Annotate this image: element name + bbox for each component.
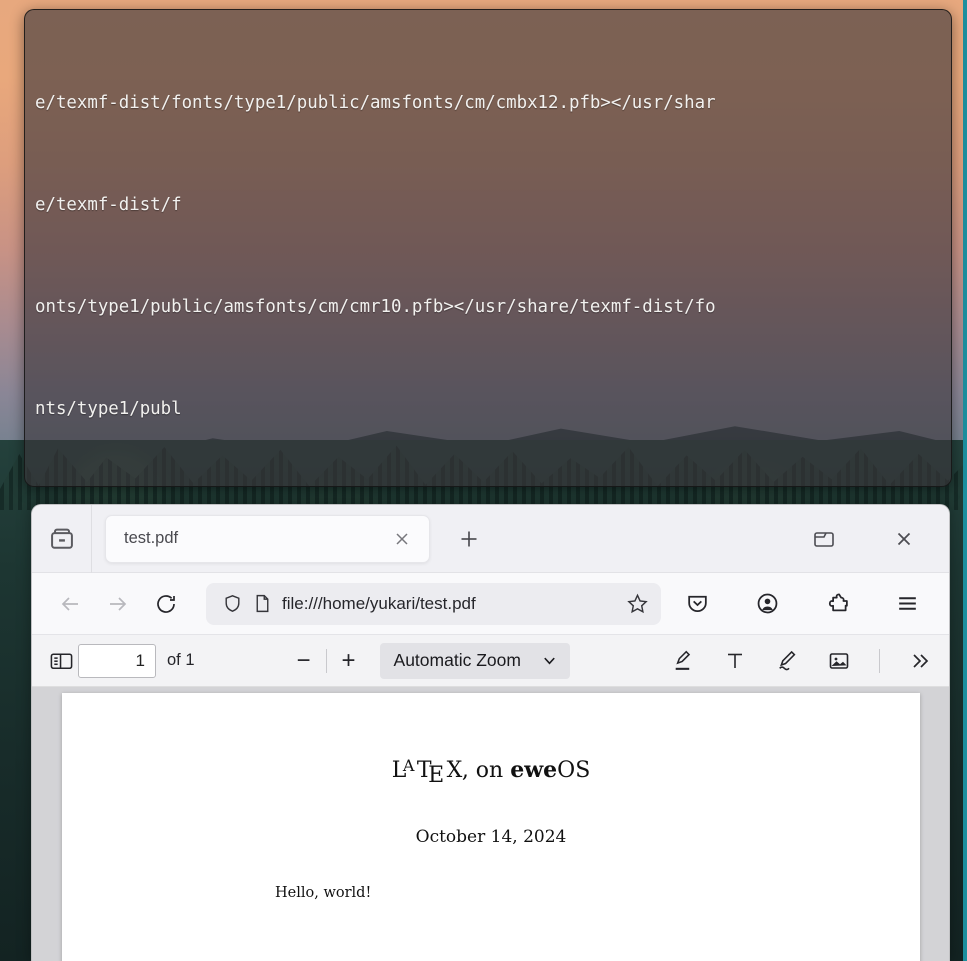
toolbar-right-buttons bbox=[673, 584, 935, 624]
firefox-window[interactable]: test.pdf file:///home/yukari/test.pdf 1 … bbox=[31, 504, 950, 961]
pdf-highlight-button[interactable] bbox=[666, 644, 700, 678]
tab-strip: test.pdf bbox=[32, 505, 949, 573]
pdf-add-text-button[interactable] bbox=[718, 644, 752, 678]
hamburger-menu-icon bbox=[898, 597, 916, 610]
pocket-button[interactable] bbox=[673, 584, 721, 624]
pdf-toolbar: 1 of 1 − + Automatic Zoom bbox=[32, 635, 949, 687]
pdf-annotation-tools bbox=[666, 644, 937, 678]
firefox-view-icon bbox=[50, 528, 73, 549]
reload-button[interactable] bbox=[142, 584, 190, 624]
account-icon bbox=[757, 593, 777, 614]
draw-icon bbox=[778, 650, 795, 671]
url-text[interactable]: file:///home/yukari/test.pdf bbox=[282, 594, 616, 614]
toolbar-separator bbox=[879, 648, 880, 673]
extensions-button[interactable] bbox=[813, 584, 861, 624]
firefox-view-button[interactable] bbox=[32, 505, 92, 573]
close-icon bbox=[897, 532, 911, 546]
arrow-right-icon bbox=[110, 596, 127, 611]
pdf-draw-button[interactable] bbox=[770, 644, 804, 678]
desktop: e/texmf-dist/f onts/type1/public/amsfonts… bbox=[0, 0, 967, 961]
document-title: LA TE X, on eweOS bbox=[391, 756, 591, 788]
latex-logo: LA TE X bbox=[391, 756, 463, 788]
tab-title: test.pdf bbox=[124, 529, 179, 547]
highlight-icon bbox=[675, 650, 690, 670]
double-chevron-right-icon bbox=[913, 653, 929, 668]
document-icon[interactable] bbox=[253, 593, 272, 614]
arrow-left-icon bbox=[61, 596, 78, 611]
window-controls bbox=[809, 505, 949, 573]
chevron-down-icon bbox=[543, 657, 555, 665]
pdf-page: LA TE X, on eweOS October 14, 2024 Hello, … bbox=[62, 693, 920, 961]
puzzle-piece-icon bbox=[828, 593, 848, 612]
pdf-sidebar-toggle-button[interactable] bbox=[44, 644, 78, 678]
browser-tab[interactable]: test.pdf bbox=[105, 514, 430, 563]
sidebar-toggle-icon bbox=[50, 653, 72, 669]
app-menu-button[interactable] bbox=[883, 584, 931, 624]
add-image-icon bbox=[829, 652, 849, 669]
terminal-line: onts/type1/public/amsfonts/cm/cmr10.pfb>… bbox=[35, 297, 716, 317]
pdf-zoom-select[interactable]: Automatic Zoom bbox=[379, 642, 570, 679]
reload-icon bbox=[157, 594, 175, 613]
add-text-icon bbox=[728, 653, 742, 668]
forward-button[interactable] bbox=[94, 584, 142, 624]
screen-edge-accent bbox=[963, 0, 967, 961]
pdf-more-tools-button[interactable] bbox=[903, 644, 937, 678]
pdf-viewer[interactable]: LA TE X, on eweOS October 14, 2024 Hello, … bbox=[32, 687, 949, 961]
account-button[interactable] bbox=[743, 584, 791, 624]
maximize-icon bbox=[814, 532, 834, 547]
terminal-line: e/texmf-dist/f bbox=[35, 195, 182, 215]
document-date: October 14, 2024 bbox=[415, 827, 567, 847]
new-tab-button[interactable] bbox=[452, 522, 486, 556]
shield-icon[interactable] bbox=[222, 593, 243, 614]
star-icon[interactable] bbox=[626, 592, 649, 615]
pdf-page-count: of 1 bbox=[167, 651, 195, 669]
close-icon bbox=[396, 532, 408, 545]
terminal-output[interactable]: e/texmf-dist/f onts/type1/public/amsfonts… bbox=[25, 10, 951, 486]
document-body-text: Hello, world! bbox=[275, 885, 372, 901]
terminal-line: e/texmf-dist/fonts/type1/public/amsfonts… bbox=[35, 93, 716, 113]
toolbar-separator bbox=[325, 648, 327, 673]
terminal-line: nts/type1/publ bbox=[35, 399, 182, 419]
maximize-window-button[interactable] bbox=[809, 524, 839, 554]
tab-close-button[interactable] bbox=[387, 524, 417, 554]
close-window-button[interactable] bbox=[889, 524, 919, 554]
plus-icon bbox=[461, 531, 477, 546]
pocket-icon bbox=[687, 595, 707, 612]
navigation-toolbar: file:///home/yukari/test.pdf bbox=[32, 573, 949, 635]
pdf-zoom-select-value: Automatic Zoom bbox=[393, 650, 521, 670]
pdf-page-number-input[interactable]: 1 bbox=[78, 643, 156, 678]
pdf-zoom-in-button[interactable]: + bbox=[332, 644, 366, 678]
url-bar[interactable]: file:///home/yukari/test.pdf bbox=[206, 582, 661, 625]
terminal-window[interactable]: e/texmf-dist/f onts/type1/public/amsfonts… bbox=[24, 9, 952, 487]
pdf-zoom-out-button[interactable]: − bbox=[287, 644, 321, 678]
pdf-add-image-button[interactable] bbox=[822, 644, 856, 678]
back-button[interactable] bbox=[46, 584, 94, 624]
